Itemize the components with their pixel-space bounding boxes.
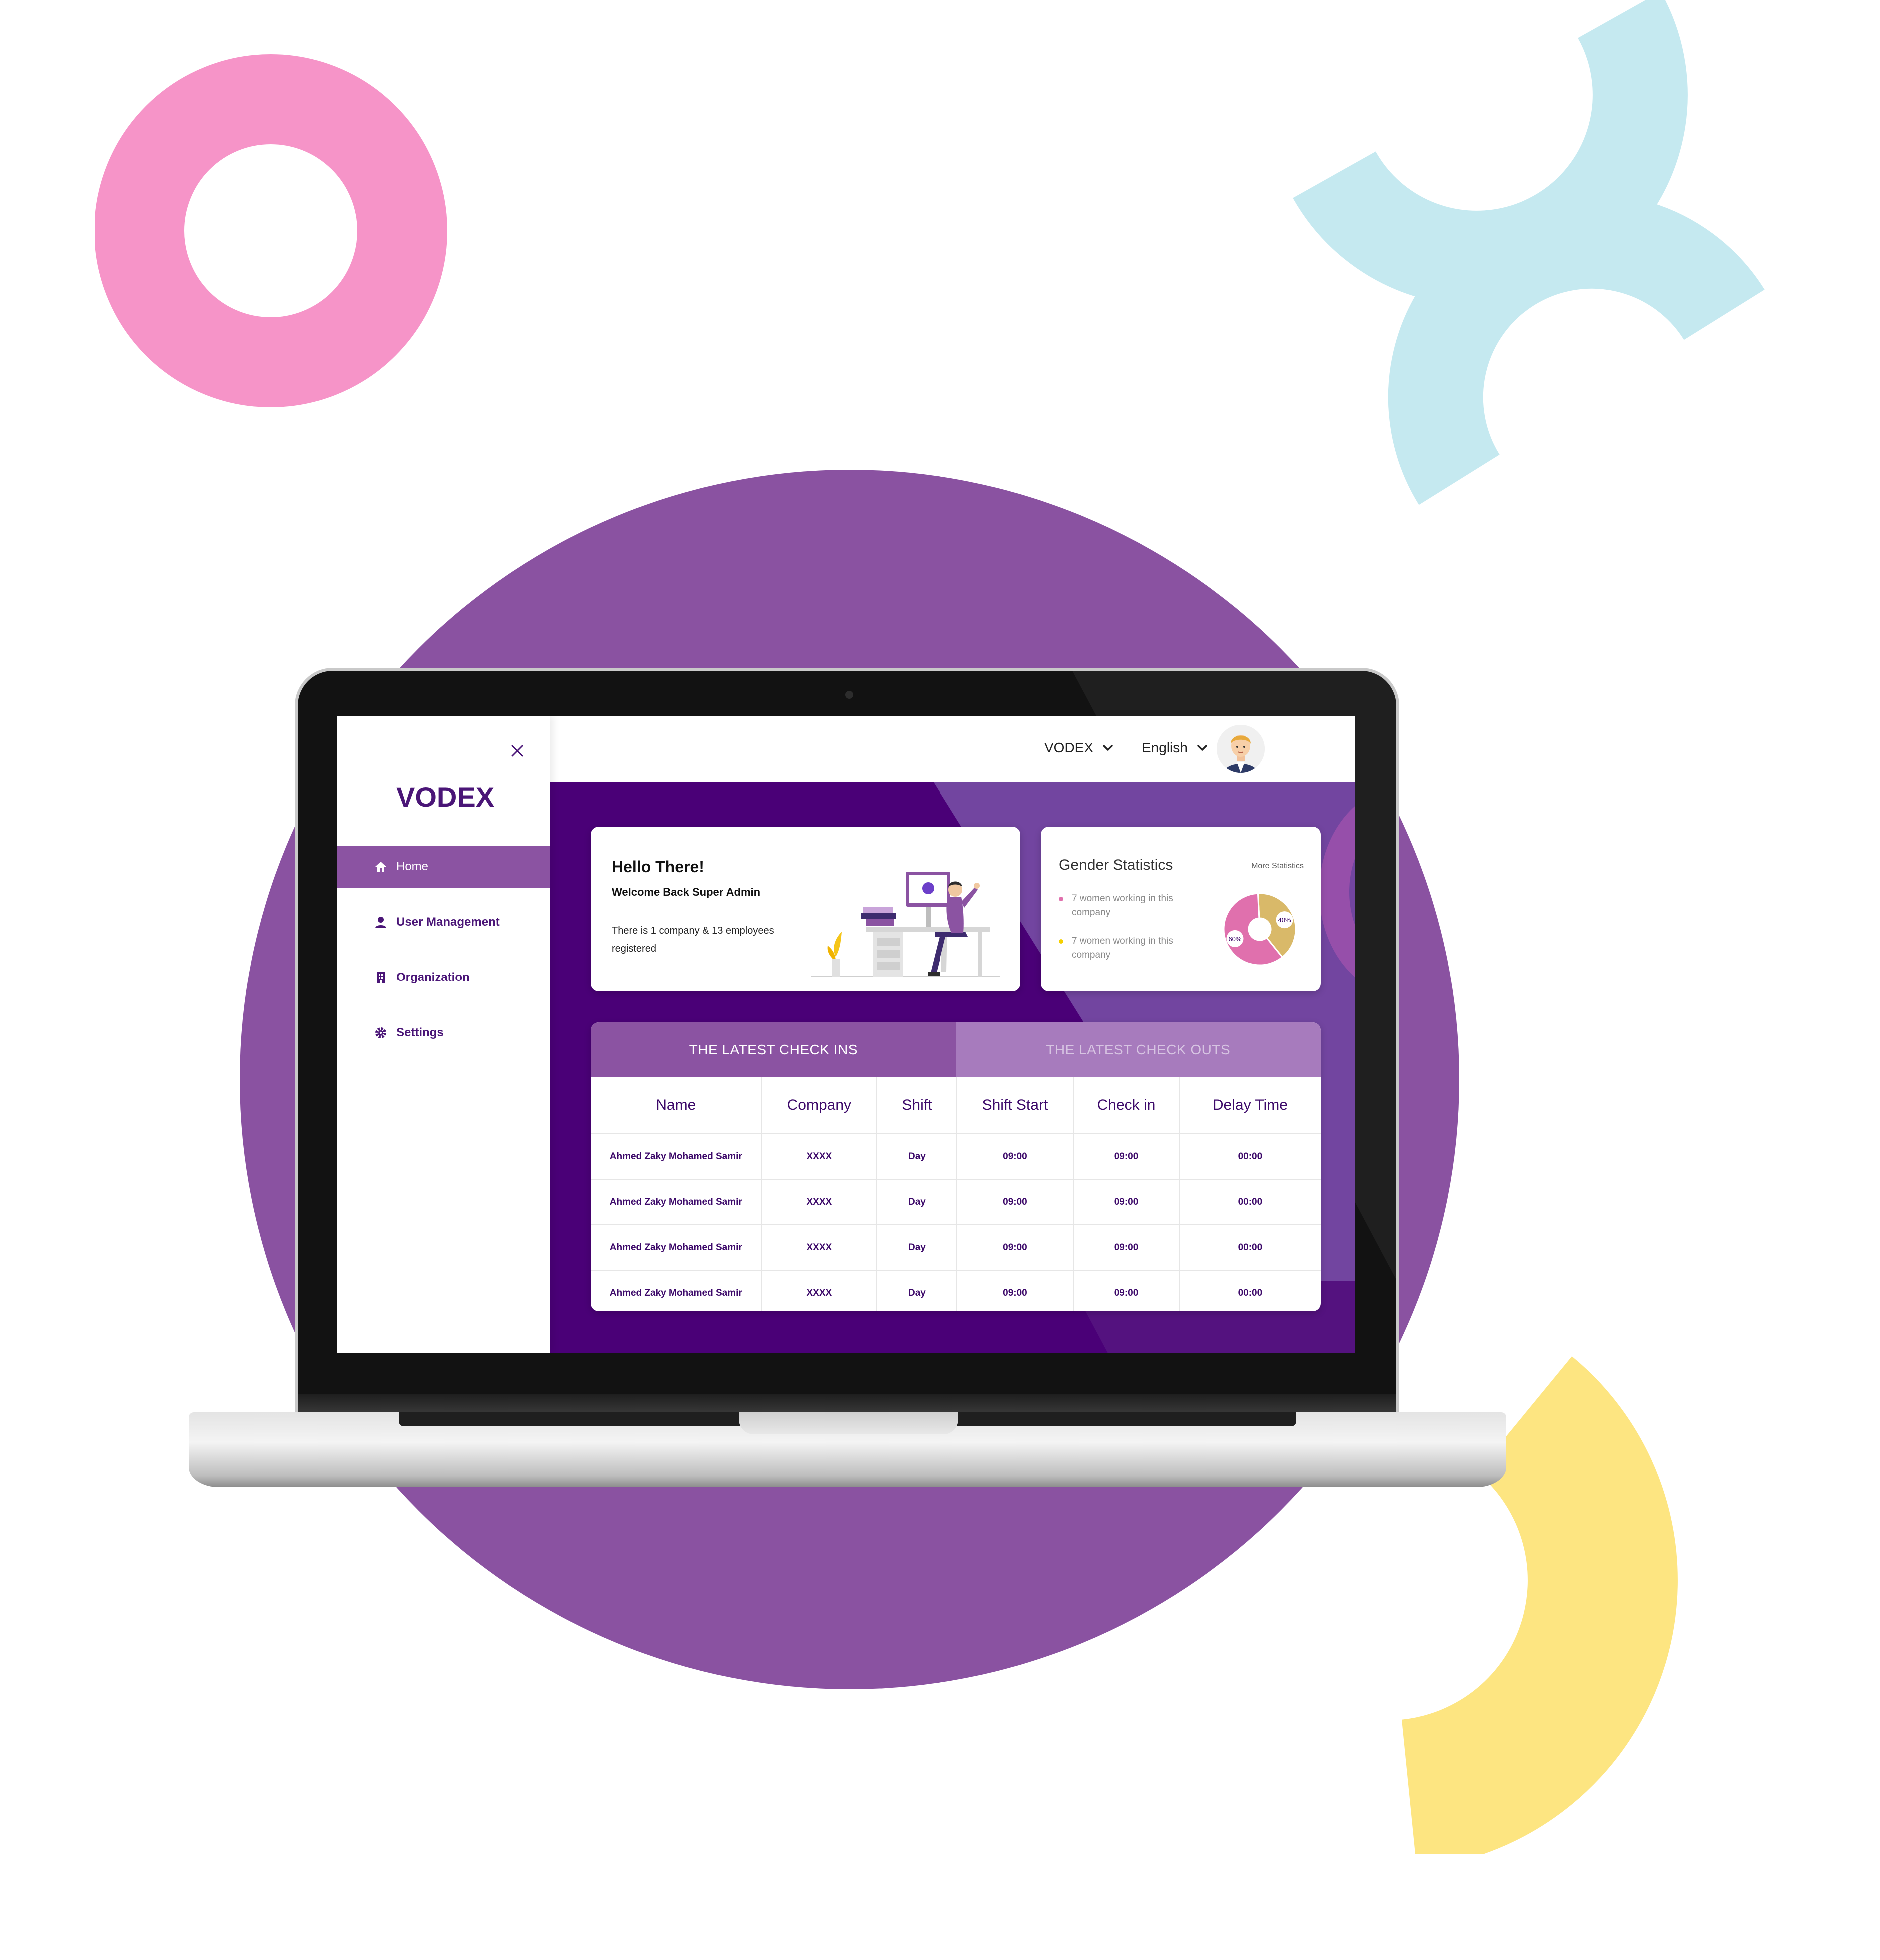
- cell-company: XXXX: [761, 1270, 878, 1311]
- cell-name: Ahmed Zaky Mohamed Samir: [591, 1179, 762, 1225]
- cell-shift: Day: [877, 1270, 957, 1311]
- checks-table-card: THE LATEST CHECK INS THE LATEST CHECK OU…: [591, 1022, 1321, 1311]
- cell-check-in: 09:00: [1073, 1134, 1180, 1180]
- table-row[interactable]: Ahmed Zaky Mohamed Samir XXXX Day 09:00 …: [591, 1270, 1321, 1311]
- cell-check-in: 09:00: [1073, 1179, 1180, 1225]
- cell-delay-time: 00:00: [1179, 1134, 1321, 1180]
- cell-shift: Day: [877, 1134, 957, 1180]
- cell-name: Ahmed Zaky Mohamed Samir: [591, 1270, 762, 1311]
- column-header-delay-time: Delay Time: [1179, 1077, 1321, 1134]
- chevron-down-icon: [1197, 745, 1207, 751]
- welcome-subtitle: Welcome Back Super Admin: [612, 886, 761, 898]
- table-row[interactable]: Ahmed Zaky Mohamed Samir XXXX Day 09:00 …: [591, 1179, 1321, 1225]
- avatar[interactable]: [1217, 725, 1265, 773]
- column-header-name: Name: [591, 1077, 762, 1134]
- cell-company: XXXX: [761, 1225, 878, 1271]
- company-dropdown[interactable]: VODEX: [1044, 740, 1114, 756]
- main-content: Hello There! Welcome Back Super Admin Th…: [550, 782, 1355, 1353]
- cell-shift-start: 09:00: [956, 1179, 1074, 1225]
- legend-dot: [1059, 897, 1063, 901]
- sidebar-item-label: Settings: [396, 1026, 444, 1039]
- sidebar-item-label: User Management: [396, 915, 500, 929]
- company-label: VODEX: [1044, 740, 1094, 755]
- checks-tabs: THE LATEST CHECK INS THE LATEST CHECK OU…: [591, 1022, 1321, 1077]
- checks-table: Name Company Shift Shift Start Check in …: [591, 1077, 1321, 1311]
- tab-latest-check-ins[interactable]: THE LATEST CHECK INS: [591, 1022, 956, 1077]
- cell-delay-time: 00:00: [1179, 1179, 1321, 1225]
- laptop-hinge: [298, 1394, 1396, 1414]
- chevron-down-icon: [1103, 745, 1113, 751]
- legend-dot: [1059, 939, 1063, 944]
- laptop-base: [189, 1412, 1506, 1487]
- gender-stat-women: 7 women working in this company: [1059, 892, 1207, 920]
- camera-dot: [845, 691, 853, 699]
- scene: VODEX Home User Management Organization …: [0, 0, 1880, 1960]
- table-row[interactable]: Ahmed Zaky Mohamed Samir XXXX Day 09:00 …: [591, 1134, 1321, 1180]
- cyan-arcs-decoration: [1293, 0, 1765, 505]
- gender-stat-text: 7 women working in this company: [1072, 893, 1173, 918]
- avatar-illustration: [1217, 725, 1265, 773]
- language-dropdown[interactable]: English: [1142, 740, 1209, 756]
- cell-delay-time: 00:00: [1238, 1287, 1263, 1298]
- sidebar-item-home[interactable]: Home: [337, 846, 550, 888]
- vodex-logo[interactable]: VODEX: [396, 781, 496, 816]
- column-header-company: Company: [761, 1077, 878, 1134]
- gender-stat-text: 7 women working in this company: [1072, 936, 1173, 960]
- cell-company: XXXX: [761, 1179, 878, 1225]
- cell-name: Ahmed Zaky Mohamed Samir: [591, 1134, 762, 1180]
- tab-latest-check-outs[interactable]: THE LATEST CHECK OUTS: [955, 1022, 1321, 1077]
- pink-ring-decoration: [95, 54, 447, 407]
- home-icon: [373, 859, 388, 874]
- more-statistics-link[interactable]: More Statistics: [1251, 862, 1304, 871]
- welcome-description: There is 1 company & 13 employees regist…: [612, 925, 774, 954]
- pie-label: 40%: [1278, 916, 1291, 924]
- gear-icon: [373, 1025, 388, 1040]
- close-icon[interactable]: [507, 741, 527, 761]
- cell-shift: Day: [877, 1225, 957, 1271]
- column-header-check-in: Check in: [1073, 1077, 1180, 1134]
- gender-pie-chart: 40% 60%: [1223, 892, 1297, 966]
- topbar: VODEX English: [550, 716, 1355, 782]
- welcome-title: Hello There!: [612, 858, 704, 876]
- cell-name: Ahmed Zaky Mohamed Samir: [591, 1225, 762, 1271]
- language-label: English: [1142, 740, 1188, 755]
- sidebar-nav: Home User Management Organization Settin…: [337, 846, 550, 1067]
- cell-shift: Day: [877, 1179, 957, 1225]
- sidebar-item-user-management[interactable]: User Management: [337, 901, 550, 943]
- sidebar-item-label: Organization: [396, 971, 470, 984]
- cell-shift-start: 09:00: [956, 1225, 1074, 1271]
- table-header-row: Name Company Shift Shift Start Check in …: [591, 1077, 1321, 1134]
- sidebar-item-organization[interactable]: Organization: [337, 957, 550, 998]
- cell-check-in: 09:00: [1073, 1225, 1180, 1271]
- column-header-shift-start: Shift Start: [956, 1077, 1074, 1134]
- gender-title: Gender Statistics: [1059, 857, 1173, 873]
- welcome-card: Hello There! Welcome Back Super Admin Th…: [591, 827, 1020, 991]
- cell-shift-start: 09:00: [956, 1134, 1074, 1180]
- gender-stat-men: 7 women working in this company: [1059, 934, 1207, 962]
- sidebar-item-settings[interactable]: Settings: [337, 1012, 550, 1054]
- desk-worker-illustration: [811, 872, 1000, 977]
- app-screen: VODEX Home User Management Organization …: [337, 716, 1355, 1353]
- sidebar-item-label: Home: [396, 860, 429, 873]
- building-icon: [373, 970, 388, 985]
- user-icon: [373, 915, 388, 930]
- cell-shift-start: 09:00: [956, 1270, 1074, 1311]
- cell-delay-time: 00:00: [1179, 1225, 1321, 1271]
- sidebar: VODEX Home User Management Organization …: [337, 716, 550, 1353]
- cell-check-in: 09:00: [1073, 1270, 1180, 1311]
- logo-text: VODEX: [396, 781, 494, 813]
- column-header-shift: Shift: [877, 1077, 957, 1134]
- pie-label: 60%: [1228, 935, 1241, 943]
- base-groove: [739, 1412, 958, 1434]
- cell-company: XXXX: [761, 1134, 878, 1180]
- gender-statistics-card: Gender Statistics More Statistics 7 wome…: [1041, 827, 1321, 991]
- table-row[interactable]: Ahmed Zaky Mohamed Samir XXXX Day 09:00 …: [591, 1225, 1321, 1271]
